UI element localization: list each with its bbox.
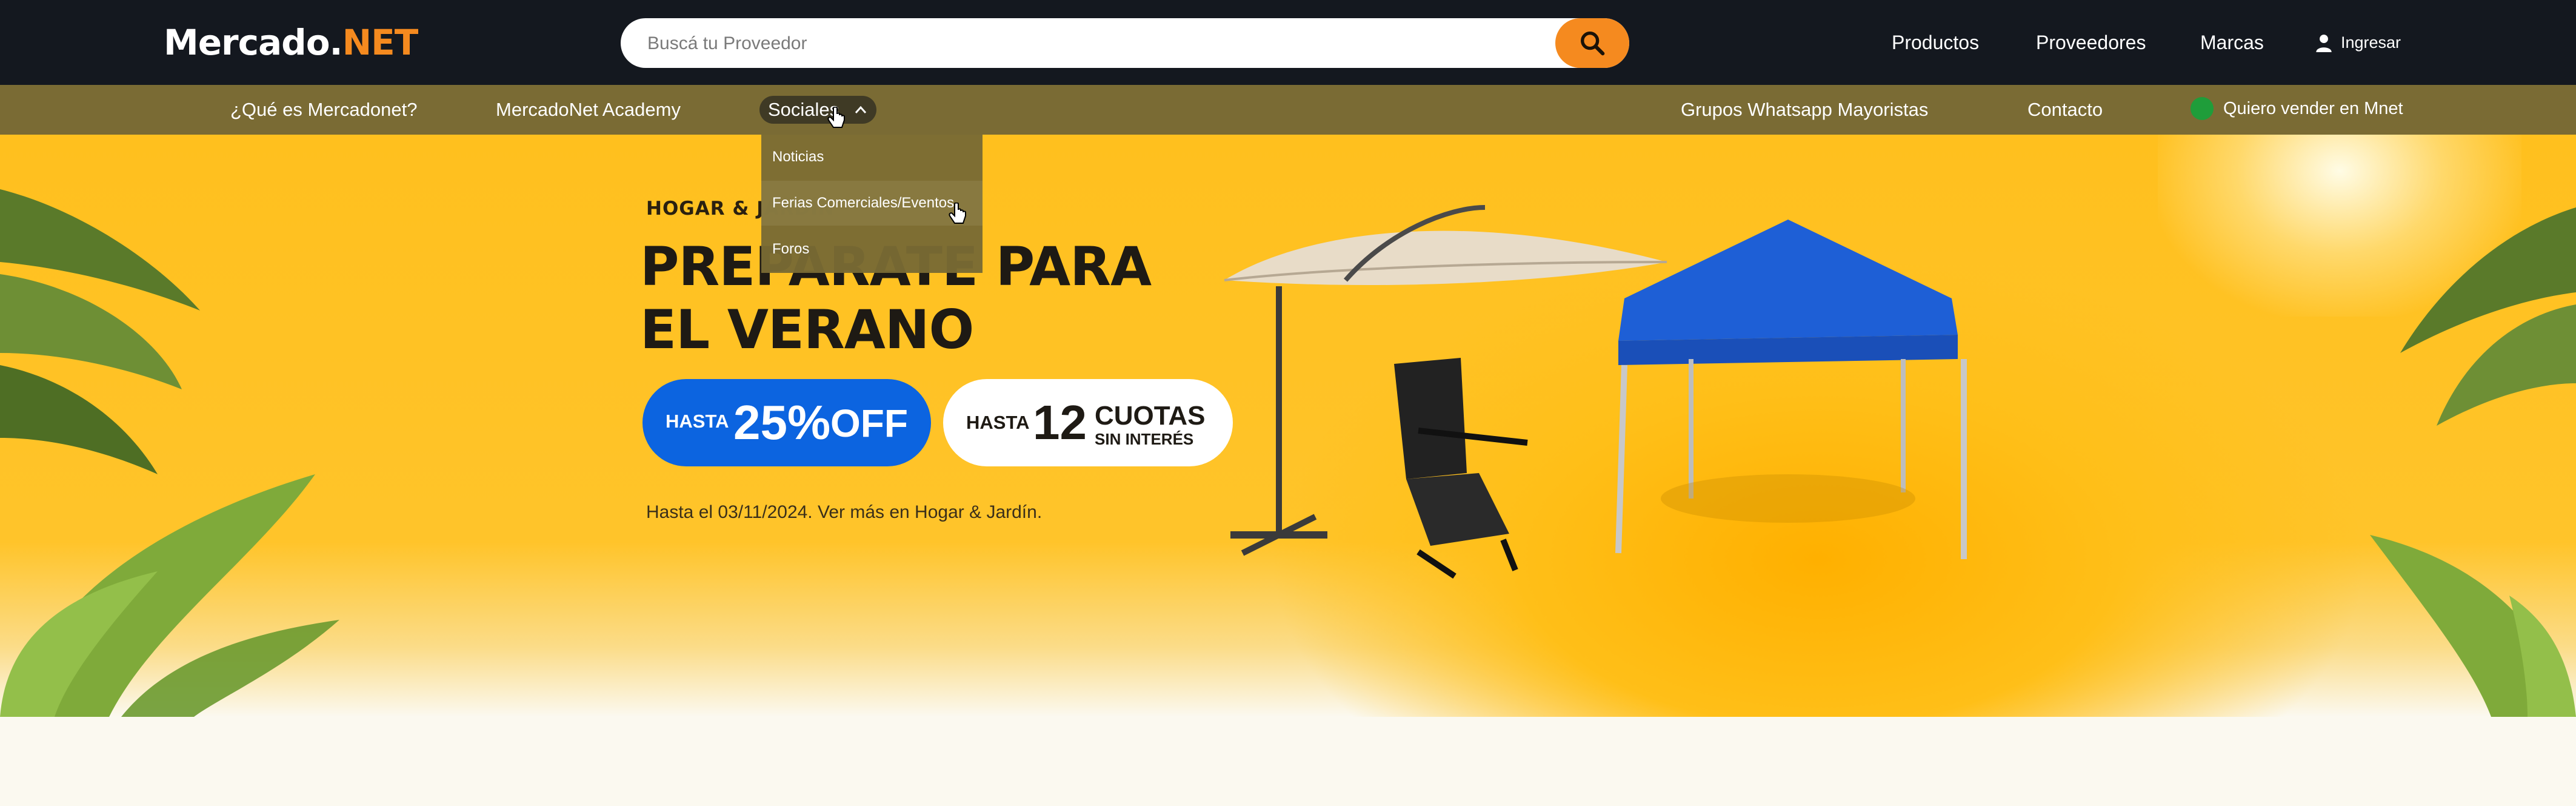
nav-vender[interactable]: Quiero vender en Mnet: [2223, 97, 2403, 120]
discount-suffix: OFF: [830, 401, 908, 445]
nav-marcas[interactable]: Marcas: [2200, 28, 2264, 57]
pointer-cursor-icon: [949, 203, 966, 224]
whatsapp-icon: [2191, 97, 2214, 120]
hero-title-line2: EL VERANO: [640, 298, 974, 361]
nav-productos[interactable]: Productos: [1892, 28, 1979, 57]
nav-contacto[interactable]: Contacto: [2027, 96, 2103, 124]
login-link[interactable]: Ingresar: [2341, 30, 2401, 55]
nav-sociales[interactable]: Sociales: [759, 96, 876, 124]
dropdown-item-label: Noticias: [772, 149, 824, 165]
discount-value: 25%: [733, 395, 831, 449]
search-icon: [1581, 32, 1605, 56]
discount-badge: HASTA 25% OFF: [642, 379, 931, 466]
nav-proveedores[interactable]: Proveedores: [2036, 28, 2146, 57]
dropdown-item-label: Foros: [772, 241, 810, 257]
top-header: Mercado.NET Productos Proveedores Marcas…: [0, 0, 2576, 85]
dropdown-item-label: Ferias Comerciales/Eventos: [772, 195, 955, 211]
chevron-up-icon: [855, 106, 867, 113]
nav-grupos[interactable]: Grupos Whatsapp Mayoristas: [1681, 96, 1928, 124]
search-button[interactable]: [1555, 18, 1629, 68]
discount-prefix: HASTA: [666, 411, 729, 432]
cuotas-badge: HASTA 12 CUOTAS SIN INTERÉS: [943, 379, 1233, 466]
dropdown-item-foros[interactable]: Foros: [761, 227, 983, 272]
secondary-nav: ¿Qué es Mercadonet? MercadoNet Academy S…: [0, 85, 2576, 135]
cuotas-value: 12: [1033, 395, 1087, 449]
logo-main: Mercado.: [164, 22, 343, 63]
chair-image: [1394, 358, 1528, 579]
cuotas-line2: SIN INTERÉS: [1095, 430, 1194, 448]
nav-que-es[interactable]: ¿Qué es Mercadonet?: [230, 96, 417, 124]
plant-right-image: [2370, 207, 2576, 717]
logo-accent: NET: [342, 22, 419, 63]
plant-left-image: [0, 189, 339, 717]
gazebo-image: [1615, 220, 1967, 559]
search-bar: [621, 18, 1629, 69]
hero-note: Hasta el 03/11/2024. Ver más en Hogar & …: [646, 502, 1043, 522]
cuotas-prefix: HASTA: [966, 412, 1030, 433]
nav-academy[interactable]: MercadoNet Academy: [496, 96, 681, 124]
logo[interactable]: Mercado.NET: [164, 18, 418, 67]
user-icon[interactable]: [2315, 34, 2332, 52]
search-input[interactable]: [646, 18, 1558, 69]
cuotas-line1: CUOTAS: [1095, 401, 1206, 431]
pointer-cursor-icon: [827, 107, 845, 128]
dropdown-item-noticias[interactable]: Noticias: [761, 135, 983, 180]
